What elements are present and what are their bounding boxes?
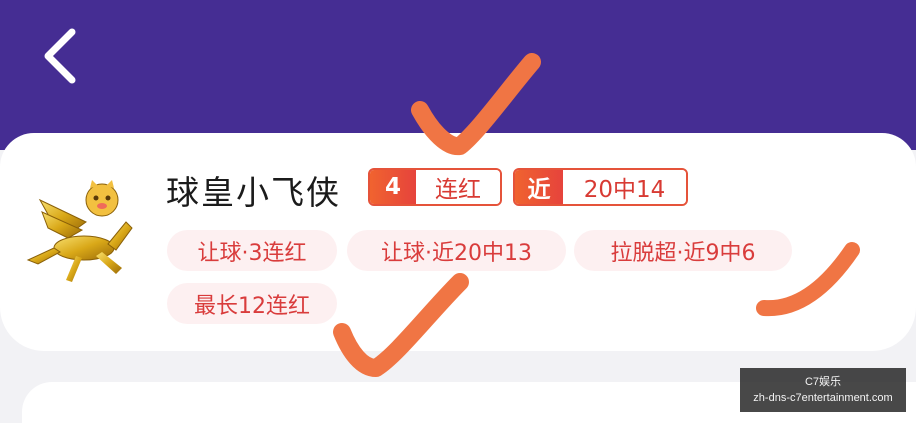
streak-label: 连红: [416, 170, 500, 204]
streak-count: 4: [370, 170, 416, 204]
watermark-line1: C7娱乐: [804, 376, 842, 388]
record-tag[interactable]: 拉脱超·近9中6: [574, 230, 792, 271]
watermark: C7娱乐 zh-dns-c7entertainment.com: [740, 368, 906, 412]
recent-prefix: 近: [515, 170, 563, 204]
recent-record-badge[interactable]: 近 20中14: [513, 168, 688, 206]
golden-pegasus-icon[interactable]: [20, 178, 142, 298]
record-tag[interactable]: 让球·近20中13: [347, 230, 566, 271]
watermark-line2: zh-dns-c7entertainment.com: [753, 392, 893, 404]
record-tag[interactable]: 让球·3连红: [167, 230, 337, 271]
expert-name: 球皇小飞侠: [166, 173, 341, 212]
recent-record-label: 20中14: [563, 170, 686, 204]
chevron-left-icon[interactable]: [36, 24, 92, 88]
record-tag[interactable]: 最长12连红: [167, 283, 337, 324]
streak-badge[interactable]: 4 连红: [368, 168, 502, 206]
top-header-bar: [0, 0, 916, 150]
